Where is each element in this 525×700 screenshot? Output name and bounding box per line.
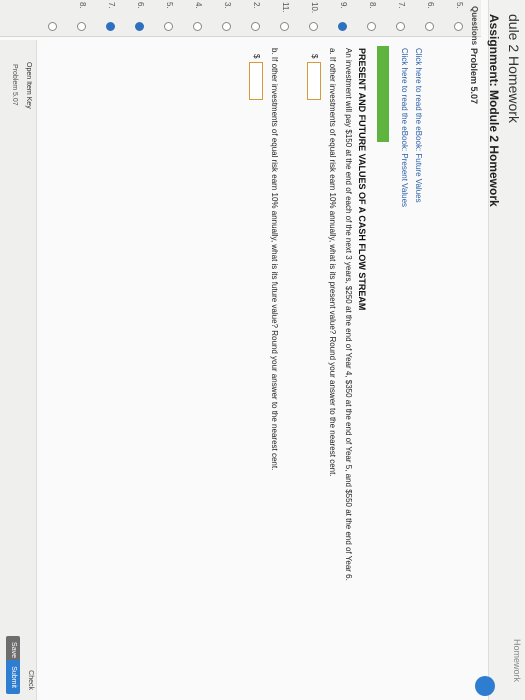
question-row[interactable]: 4. — [188, 0, 206, 36]
ebook-future-link[interactable]: Click here to read the eBook: Future Val… — [414, 48, 423, 203]
status-dot-icon — [164, 22, 173, 31]
question-number: 2. — [252, 2, 261, 9]
ebook-present-link[interactable]: Click here to read the eBook: Present Va… — [400, 48, 409, 207]
module-title: dule 2 Homework — [506, 14, 522, 123]
question-row[interactable]: 5. — [159, 0, 177, 36]
question-number: 6. — [426, 2, 435, 9]
question-row[interactable]: 6. — [130, 0, 148, 36]
status-dot-icon — [367, 22, 376, 31]
title-bar: dule 2 Homework Assignment: Module 2 Hom… — [475, 0, 525, 700]
question-number: 7. — [107, 2, 116, 9]
question-number: 3. — [223, 2, 232, 9]
status-dot-icon — [106, 22, 115, 31]
problem-panel: Problem 5.07 Click here to read the eBoo… — [0, 40, 481, 700]
question-row[interactable]: 11. — [275, 0, 293, 36]
question-row[interactable]: 6. — [420, 0, 438, 36]
question-number: 4. — [194, 2, 203, 9]
submit-button[interactable]: Submit — [6, 660, 20, 694]
question-row[interactable]: 7. — [101, 0, 119, 36]
status-dot-icon — [280, 22, 289, 31]
question-row[interactable]: 10. — [304, 0, 322, 36]
status-dot-icon — [77, 22, 86, 31]
question-row[interactable] — [43, 0, 61, 36]
status-dot-icon — [222, 22, 231, 31]
problem-text: An investment will pay $150 at the end o… — [344, 48, 353, 581]
question-row[interactable]: 9. — [333, 0, 351, 36]
question-row[interactable]: 8. — [72, 0, 90, 36]
question-b: b. If other investments of equal risk ea… — [270, 48, 279, 471]
currency-symbol-b: $ — [252, 54, 261, 59]
question-number: 8. — [368, 2, 377, 9]
problem-heading: PRESENT AND FUTURE VALUES OF A CASH FLOW… — [357, 48, 367, 311]
status-dot-icon — [454, 22, 463, 31]
status-dot-icon — [135, 22, 144, 31]
question-number: 5. — [165, 2, 174, 9]
status-dot-icon — [425, 22, 434, 31]
question-number: 10. — [310, 2, 319, 14]
status-dot-icon — [193, 22, 202, 31]
question-row[interactable]: 5. — [449, 0, 467, 36]
question-a: a. If other investments of equal risk ea… — [328, 48, 337, 477]
question-number: 5. — [455, 2, 464, 9]
footer-bar: Open Item Key Problem 5.07 Check Save Su… — [0, 40, 37, 700]
status-dot-icon — [396, 22, 405, 31]
question-sidebar: Questions 5. 6. 7. 8. 9. 10. 11. 2. 3. 4. 5. 6. 7. 8. — [0, 0, 481, 45]
assignment-title: Assignment: Module 2 Homework — [487, 14, 501, 207]
question-row[interactable]: 3. — [217, 0, 235, 36]
currency-symbol-a: $ — [310, 54, 319, 59]
question-row[interactable]: 7. — [391, 0, 409, 36]
status-dot-icon — [48, 22, 57, 31]
question-row[interactable]: 8. — [362, 0, 380, 36]
progress-bar — [377, 46, 389, 142]
status-dot-icon — [309, 22, 318, 31]
question-number: 9. — [339, 2, 348, 9]
status-dot-icon — [251, 22, 260, 31]
question-number: 6. — [136, 2, 145, 9]
answer-a-input[interactable] — [307, 62, 321, 100]
rotated-screen: dule 2 Homework Assignment: Module 2 Hom… — [0, 0, 525, 700]
check-my-work[interactable]: Check — [27, 670, 34, 690]
footer-problem-label: Problem 5.07 — [11, 64, 18, 106]
problem-label: Problem 5.07 — [469, 48, 479, 105]
question-number: 11. — [281, 2, 290, 13]
question-number: 8. — [78, 2, 87, 9]
answer-b-input[interactable] — [249, 62, 263, 100]
header-edge-label: Homework — [512, 638, 522, 682]
open-item-key[interactable]: Open Item Key — [25, 62, 32, 109]
question-number: 7. — [397, 2, 406, 9]
status-dot-icon — [338, 22, 347, 31]
question-row[interactable]: 2. — [246, 0, 264, 36]
